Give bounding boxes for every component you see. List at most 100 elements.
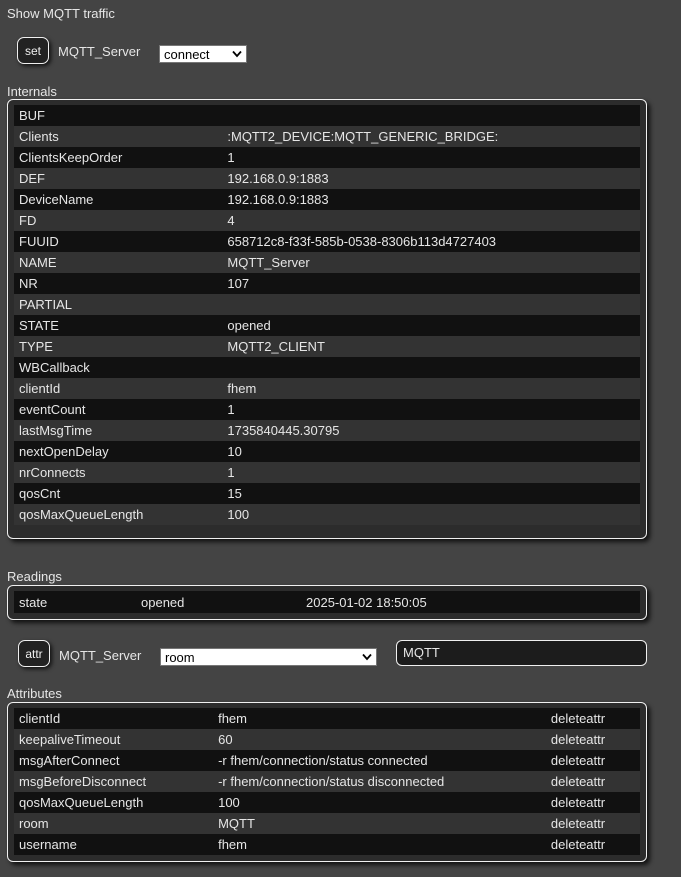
internal-row: TYPE MQTT2_CLIENT (14, 336, 640, 357)
internal-value: MQTT_Server (227, 255, 310, 270)
internal-name: WBCallback (19, 360, 90, 375)
internal-row: qosMaxQueueLength 100 (14, 504, 640, 525)
attr-value-input[interactable]: MQTT (396, 640, 647, 666)
internal-name: FUUID (19, 234, 59, 249)
deleteattr-link[interactable]: deleteattr (546, 837, 640, 852)
attribute-value: -r fhem/connection/status connected (218, 753, 428, 768)
attributes-label: Attributes (7, 686, 62, 701)
set-command-value: connect (164, 46, 210, 62)
internal-row: clientId fhem (14, 378, 640, 399)
internal-row: lastMsgTime 1735840445.30795 (14, 420, 640, 441)
set-command-select[interactable]: connect (159, 45, 247, 63)
internal-name: NAME (19, 255, 57, 270)
reading-row: state opened 2025-01-02 18:50:05 (14, 591, 640, 613)
internal-value: 1 (227, 150, 235, 165)
internal-row: eventCount 1 (14, 399, 640, 420)
internal-name: BUF (19, 108, 45, 123)
attribute-name: room (19, 816, 49, 831)
internal-name: eventCount (19, 402, 86, 417)
internal-row: nextOpenDelay 10 (14, 441, 640, 462)
attributes-table: clientId fhem deleteattr keepaliveTimeout 60… (7, 702, 647, 862)
internal-name: TYPE (19, 339, 53, 354)
show-mqtt-traffic-link[interactable]: Show MQTT traffic (7, 6, 115, 21)
internal-value: :MQTT2_DEVICE:MQTT_GENERIC_BRIDGE: (227, 129, 499, 144)
internal-row: FUUID 658712c8-f33f-585b-0538-8306b113d47… (14, 231, 640, 252)
internal-name: nextOpenDelay (19, 444, 109, 459)
deleteattr-link[interactable]: deleteattr (546, 732, 640, 747)
internal-value: 1 (227, 402, 235, 417)
attr-button[interactable]: attr (18, 640, 50, 667)
internal-row: NAME MQTT_Server (14, 252, 640, 273)
attribute-value: -r fhem/connection/status disconnected (218, 774, 445, 789)
attribute-name: msgBeforeDisconnect (19, 774, 147, 789)
attribute-row: msgBeforeDisconnect -r fhem/connection/st… (14, 771, 640, 792)
set-button[interactable]: set (17, 37, 49, 64)
attribute-value: 100 (218, 795, 240, 810)
internal-row: FD 4 (14, 210, 640, 231)
attribute-value: MQTT (218, 816, 255, 831)
internal-name: Clients (19, 129, 59, 144)
internal-value: 107 (227, 276, 250, 291)
attribute-name: clientId (19, 711, 61, 726)
attribute-row: qosMaxQueueLength 100 deleteattr (14, 792, 640, 813)
attribute-name: qosMaxQueueLength (19, 795, 144, 810)
internal-row: Clients :MQTT2_DEVICE:MQTT_GENERIC_BRIDGE… (14, 126, 640, 147)
attribute-name: keepaliveTimeout (19, 732, 121, 747)
attribute-row: room MQTT deleteattr (14, 813, 640, 834)
attr-device-name: MQTT_Server (59, 648, 142, 663)
internal-value: 4 (227, 213, 235, 228)
internal-value: 658712c8-f33f-585b-0538-8306b113d4727403 (227, 234, 497, 249)
internal-value: 192.168.0.9:1883 (227, 192, 329, 207)
internal-row: BUF (14, 105, 640, 126)
deleteattr-link[interactable]: deleteattr (546, 711, 640, 726)
attribute-value: fhem (218, 837, 247, 852)
internal-value: 1735840445.30795 (227, 423, 340, 438)
internals-table: BUF Clients :MQTT2_DEVICE:MQTT_GENERIC_BRI… (7, 99, 647, 539)
attribute-name: msgAfterConnect (19, 753, 120, 768)
internal-value: MQTT2_CLIENT (227, 339, 325, 354)
internal-name: PARTIAL (19, 297, 72, 312)
internal-row: nrConnects 1 (14, 462, 640, 483)
internal-name: ClientsKeepOrder (19, 150, 123, 165)
internal-row: qosCnt 15 (14, 483, 640, 504)
internal-value: 15 (227, 486, 242, 501)
internal-row: NR 107 (14, 273, 640, 294)
internal-row: ClientsKeepOrder 1 (14, 147, 640, 168)
internal-value: 1 (227, 465, 235, 480)
attribute-row: keepaliveTimeout 60 deleteattr (14, 729, 640, 750)
internal-row: WBCallback (14, 357, 640, 378)
internal-name: STATE (19, 318, 59, 333)
readings-table: state opened 2025-01-02 18:50:05 (7, 585, 647, 620)
internal-value: fhem (227, 381, 257, 396)
attribute-value: 60 (218, 732, 233, 747)
internal-row: PARTIAL (14, 294, 640, 315)
internal-value: 10 (227, 444, 242, 459)
deleteattr-link[interactable]: deleteattr (546, 774, 640, 789)
internal-value: 192.168.0.9:1883 (227, 171, 329, 186)
attribute-value: fhem (218, 711, 247, 726)
deleteattr-link[interactable]: deleteattr (546, 816, 640, 831)
internal-row: DeviceName 192.168.0.9:1883 (14, 189, 640, 210)
attribute-row: msgAfterConnect -r fhem/connection/status… (14, 750, 640, 771)
attribute-name: username (19, 837, 77, 852)
reading-value: opened (141, 594, 185, 610)
readings-label: Readings (7, 569, 62, 584)
attribute-row: clientId fhem deleteattr (14, 708, 640, 729)
deleteattr-link[interactable]: deleteattr (546, 795, 640, 810)
internal-name: clientId (19, 381, 61, 396)
internal-name: nrConnects (19, 465, 86, 480)
internal-name: qosCnt (19, 486, 61, 501)
deleteattr-link[interactable]: deleteattr (546, 753, 640, 768)
internal-value: opened (227, 318, 271, 333)
internals-label: Internals (7, 84, 57, 99)
set-device-name: MQTT_Server (58, 44, 141, 59)
internal-row: DEF 192.168.0.9:1883 (14, 168, 640, 189)
attr-name-select[interactable]: room (160, 648, 377, 666)
internal-name: DEF (19, 171, 45, 186)
internal-name: DeviceName (19, 192, 94, 207)
internal-name: lastMsgTime (19, 423, 93, 438)
chevron-down-icon (362, 652, 372, 662)
internal-name: NR (19, 276, 38, 291)
attribute-row: username fhem deleteattr (14, 834, 640, 855)
internal-value: 100 (227, 507, 250, 522)
